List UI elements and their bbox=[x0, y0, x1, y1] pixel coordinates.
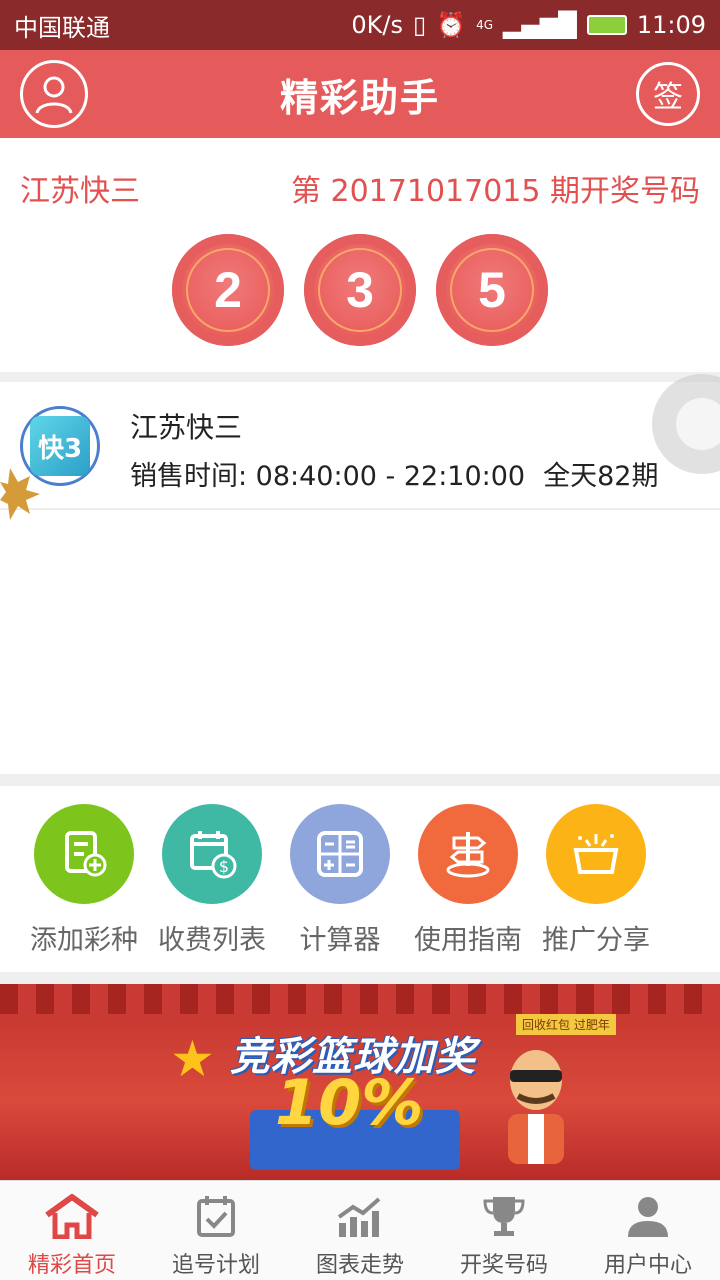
banner-tag: 回收红包 过肥年 bbox=[516, 1014, 616, 1035]
sale-info: 销售时间: 08:40:00 - 22:10:00 全天82期 bbox=[130, 454, 658, 493]
draw-lottery-name: 江苏快三 bbox=[20, 174, 140, 209]
bottom-tab-bar: 精彩首页 追号计划 图表走势 开奖号码 用户中心 bbox=[0, 1180, 720, 1280]
total-issues: 全天82期 bbox=[543, 461, 659, 492]
sale-time: 销售时间: 08:40:00 - 22:10:00 bbox=[130, 461, 526, 492]
ball-number: 5 bbox=[450, 248, 534, 332]
calculator-icon bbox=[290, 804, 390, 904]
list-item[interactable]: 快3 江苏快三 销售时间: 08:40:00 - 22:10:00 全天82期 bbox=[0, 374, 720, 520]
menu-fee-list[interactable]: $ 收费列表 bbox=[148, 786, 276, 972]
ball-number: 2 bbox=[186, 248, 270, 332]
lottery-list: 快3 江苏快三 销售时间: 08:40:00 - 22:10:00 全天82期 bbox=[0, 374, 720, 774]
tab-draw-numbers[interactable]: 开奖号码 bbox=[432, 1181, 576, 1280]
menu-share[interactable]: 推广分享 bbox=[532, 786, 660, 972]
vibrate-icon: ▯ bbox=[412, 11, 427, 39]
number-ball: 2 bbox=[172, 234, 284, 346]
mascot-image bbox=[508, 1050, 564, 1164]
add-lottery-icon bbox=[34, 804, 134, 904]
menu-label: 使用指南 bbox=[414, 925, 522, 956]
app-title: 精彩助手 bbox=[279, 75, 440, 120]
status-icons: 0K/s ▯ ⏰ 4G ▂▄▆█ 11:09 bbox=[351, 11, 706, 39]
trend-chart-icon bbox=[337, 1197, 381, 1237]
trophy-icon bbox=[483, 1197, 525, 1236]
lottery-name: 江苏快三 bbox=[130, 411, 243, 444]
guide-icon bbox=[418, 804, 518, 904]
status-bar: 中国联通 0K/s ▯ ⏰ 4G ▂▄▆█ 11:09 bbox=[0, 0, 720, 50]
svg-text:$: $ bbox=[219, 857, 229, 876]
star-logo-icon: ★ bbox=[170, 1030, 215, 1088]
floating-button-dot bbox=[676, 398, 720, 450]
tab-trend-chart[interactable]: 图表走势 bbox=[288, 1181, 432, 1280]
tab-chase-plan[interactable]: 追号计划 bbox=[144, 1181, 288, 1280]
app-bar: 精彩助手 签 bbox=[0, 50, 720, 138]
share-icon bbox=[546, 804, 646, 904]
quick-menu: 添加彩种 $ 收费列表 计算器 使用指南 推广分享 bbox=[0, 786, 720, 972]
sign-in-label: 签 bbox=[653, 80, 683, 115]
maple-leaf-icon bbox=[0, 468, 40, 520]
tab-user-center[interactable]: 用户中心 bbox=[576, 1181, 720, 1280]
ball-number: 3 bbox=[318, 248, 402, 332]
alarm-icon: ⏰ bbox=[436, 11, 467, 39]
draw-result-panel[interactable]: 江苏快三 第 20171017015 期开奖号码 2 3 5 bbox=[0, 138, 720, 372]
signal-icon: ▂▄▆█ bbox=[503, 11, 577, 39]
clock: 11:09 bbox=[636, 11, 706, 39]
winning-numbers: 2 3 5 bbox=[0, 234, 720, 346]
number-ball: 3 bbox=[304, 234, 416, 346]
menu-label: 收费列表 bbox=[158, 925, 266, 956]
calendar-check-icon bbox=[197, 1196, 235, 1237]
tab-label: 追号计划 bbox=[171, 1253, 260, 1278]
promo-banner[interactable]: ★ 竞彩篮球加奖 回收红包 过肥年 10% bbox=[0, 984, 720, 1180]
banner-curtain bbox=[0, 984, 720, 1014]
battery-icon bbox=[586, 15, 627, 35]
banner-percent: 10% bbox=[275, 1066, 424, 1139]
tab-label: 图表走势 bbox=[315, 1253, 404, 1278]
home-icon bbox=[45, 1194, 99, 1239]
menu-label: 添加彩种 bbox=[30, 925, 138, 956]
tab-label: 用户中心 bbox=[603, 1253, 692, 1278]
menu-calculator[interactable]: 计算器 bbox=[276, 786, 404, 972]
menu-guide[interactable]: 使用指南 bbox=[404, 786, 532, 972]
draw-issue-number: 第 20171017015 期开奖号码 bbox=[290, 174, 700, 209]
menu-add-lottery[interactable]: 添加彩种 bbox=[20, 786, 148, 972]
menu-label: 计算器 bbox=[299, 925, 381, 956]
user-avatar-icon bbox=[35, 76, 73, 114]
network-speed: 0K/s bbox=[351, 11, 403, 39]
carrier-name: 中国联通 bbox=[14, 13, 110, 42]
tab-home[interactable]: 精彩首页 bbox=[0, 1181, 144, 1280]
number-ball: 5 bbox=[436, 234, 548, 346]
user-icon bbox=[628, 1197, 668, 1237]
fee-list-icon: $ bbox=[162, 804, 262, 904]
menu-label: 推广分享 bbox=[542, 925, 650, 956]
sign-in-button[interactable]: 签 bbox=[636, 62, 700, 126]
network-type: 4G bbox=[476, 18, 493, 32]
tab-label: 开奖号码 bbox=[459, 1253, 548, 1278]
tab-label: 精彩首页 bbox=[27, 1253, 116, 1278]
profile-button[interactable] bbox=[20, 60, 88, 128]
floating-assistive-button[interactable] bbox=[652, 374, 720, 474]
